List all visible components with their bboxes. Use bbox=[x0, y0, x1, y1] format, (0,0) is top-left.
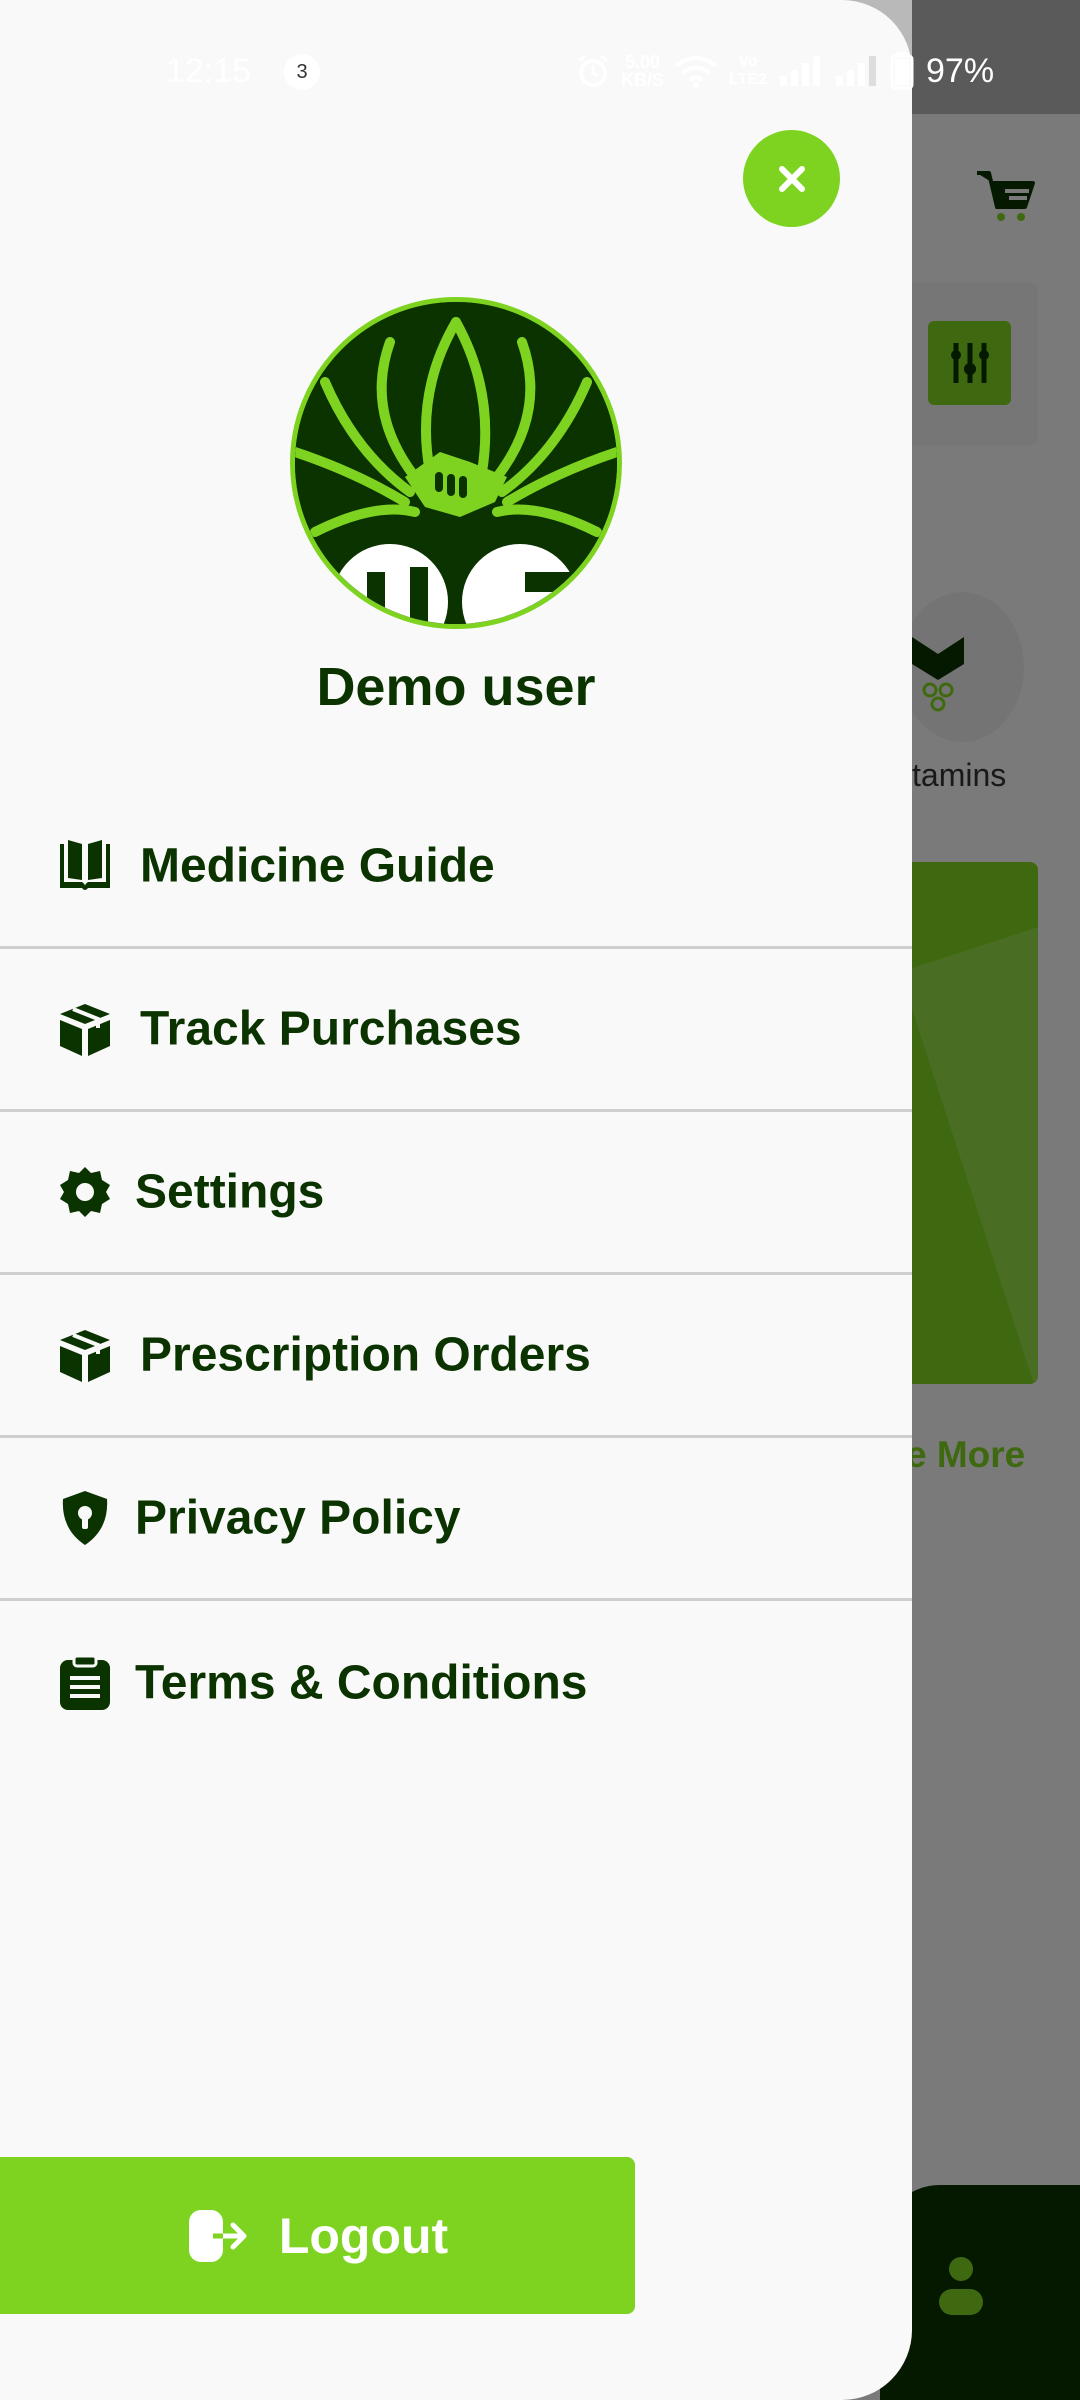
menu-item-label: Prescription Orders bbox=[140, 1328, 591, 1382]
menu-item-prescription-orders[interactable]: Prescription Orders bbox=[0, 1275, 912, 1438]
menu-item-track-purchases[interactable]: Track Purchases bbox=[0, 949, 912, 1112]
logout-label: Logout bbox=[278, 2207, 449, 2264]
menu-item-label: Medicine Guide bbox=[140, 839, 495, 893]
book-icon bbox=[55, 836, 115, 896]
menu-item-label: Terms & Conditions bbox=[135, 1656, 588, 1709]
close-icon bbox=[778, 165, 805, 192]
menu-item-privacy-policy[interactable]: Privacy Policy bbox=[0, 1438, 912, 1601]
box-icon bbox=[55, 999, 115, 1059]
menu-item-label: Privacy Policy bbox=[135, 1491, 461, 1545]
logout-button[interactable]: Logout bbox=[0, 2157, 635, 2314]
menu-item-settings[interactable]: Settings bbox=[0, 1112, 912, 1275]
logout-icon bbox=[188, 2209, 247, 2262]
menu-item-medicine-guide[interactable]: Medicine Guide bbox=[0, 786, 912, 949]
logo-avatar-image bbox=[295, 302, 617, 624]
menu-item-label: Settings bbox=[135, 1165, 325, 1219]
menu-item-label: Track Purchases bbox=[140, 1002, 522, 1056]
drawer-menu: Medicine Guide Track Purchases Settings … bbox=[0, 786, 912, 1764]
shield-lock-icon bbox=[55, 1488, 115, 1548]
user-name: Demo user bbox=[316, 657, 596, 717]
navigation-drawer: Demo user Medicine Guide Track Purchases… bbox=[0, 0, 912, 2400]
avatar bbox=[290, 297, 622, 629]
gear-icon bbox=[55, 1162, 115, 1222]
close-drawer-button[interactable] bbox=[743, 130, 840, 227]
menu-item-terms-conditions[interactable]: Terms & Conditions bbox=[0, 1601, 912, 1764]
box-icon bbox=[55, 1325, 115, 1385]
clipboard-icon bbox=[55, 1653, 115, 1713]
